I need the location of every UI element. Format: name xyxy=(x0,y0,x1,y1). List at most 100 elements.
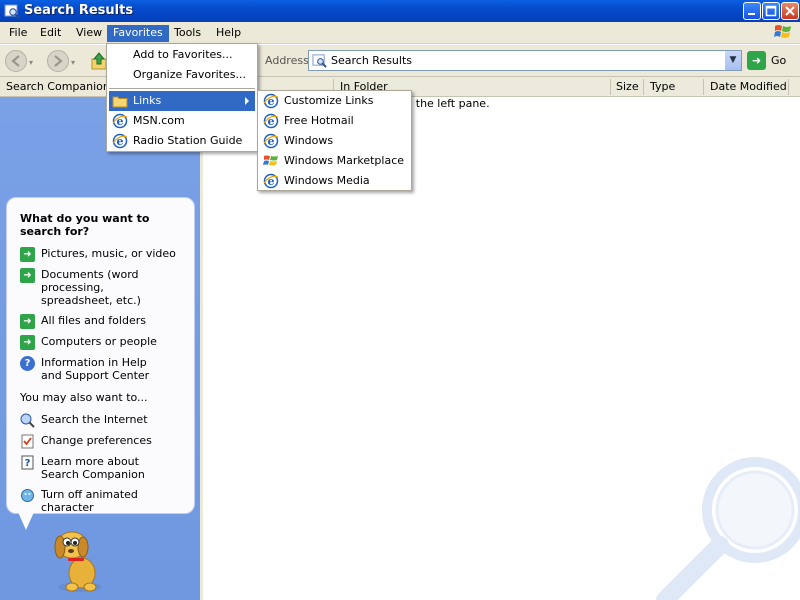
help-icon: ? xyxy=(20,356,35,371)
search-question: What do you want to search for? xyxy=(20,212,150,238)
option-change-preferences[interactable]: Change preferences xyxy=(20,434,190,449)
menu-favorites[interactable]: Favorites xyxy=(107,25,169,42)
column-type[interactable]: Type xyxy=(650,80,675,93)
go-label: Go xyxy=(771,54,787,67)
search-bubble: What do you want to search for? ➜ Pictur… xyxy=(6,197,195,514)
window-title: Search Results xyxy=(24,3,134,18)
close-icon xyxy=(785,6,795,16)
ie-icon: e xyxy=(263,133,279,149)
maximize-icon xyxy=(765,5,777,17)
green-arrow-icon: ➜ xyxy=(20,268,35,283)
green-arrow-icon: ➜ xyxy=(20,314,35,329)
go-arrow-icon: ➜ xyxy=(747,51,766,70)
minimize-icon xyxy=(748,13,755,15)
menu-item-radio-station-guide[interactable]: e Radio Station Guide xyxy=(109,131,255,151)
menu-item-organize-favorites[interactable]: Organize Favorites... xyxy=(109,65,255,85)
menu-tools[interactable]: Tools xyxy=(168,25,207,42)
windows-logo-icon xyxy=(774,25,791,38)
option-turn-off-character[interactable]: Turn off animated character xyxy=(20,488,190,514)
chevron-down-icon: ▼ xyxy=(729,55,737,65)
option-label: Turn off animated character xyxy=(41,488,138,514)
menu-item-links[interactable]: Links xyxy=(109,91,255,111)
title-bar[interactable]: Search Results xyxy=(0,0,800,22)
green-arrow-icon: ➜ xyxy=(20,247,35,262)
menu-item-msn[interactable]: e MSN.com xyxy=(109,111,255,131)
menu-item-free-hotmail[interactable]: e Free Hotmail xyxy=(260,111,409,131)
column-date-modified[interactable]: Date Modified xyxy=(710,80,787,93)
back-arrow-icon xyxy=(11,55,20,67)
menu-item-label: MSN.com xyxy=(133,114,185,127)
minimize-button[interactable] xyxy=(743,2,761,20)
rover-dog-character-icon[interactable] xyxy=(50,525,108,595)
menu-item-label: Radio Station Guide xyxy=(133,134,243,147)
ie-icon: e xyxy=(263,93,279,109)
forward-arrow-icon xyxy=(54,55,63,67)
option-search-internet[interactable]: Search the Internet xyxy=(20,413,190,428)
option-label: Search the Internet xyxy=(41,413,148,426)
internet-search-icon xyxy=(20,413,35,428)
column-separator[interactable] xyxy=(610,79,611,95)
menu-item-label: Organize Favorites... xyxy=(133,68,246,81)
menu-view[interactable]: View xyxy=(70,25,108,42)
menu-item-label: Free Hotmail xyxy=(284,114,354,127)
menu-item-label: Customize Links xyxy=(284,94,374,107)
character-icon xyxy=(21,489,34,502)
menu-item-label: Windows Media xyxy=(284,174,370,187)
links-submenu: e Customize Links e Free Hotmail e Windo… xyxy=(257,90,412,191)
forward-button[interactable] xyxy=(47,50,69,72)
menu-help[interactable]: Help xyxy=(210,25,247,42)
option-help-support[interactable]: ? Information in Help and Support Center xyxy=(20,356,190,384)
menu-item-windows-marketplace[interactable]: Windows Marketplace xyxy=(260,151,409,171)
menu-separator xyxy=(109,88,255,89)
maximize-button[interactable] xyxy=(762,2,780,20)
option-label: Learn more about Search Companion xyxy=(41,455,145,481)
option-pictures-music-video[interactable]: ➜ Pictures, music, or video xyxy=(20,247,190,262)
windows-flag-icon xyxy=(263,155,278,166)
menu-item-label: Add to Favorites... xyxy=(133,48,233,61)
menu-edit[interactable]: Edit xyxy=(34,25,67,42)
magnifier-watermark-icon xyxy=(656,457,800,600)
svg-text:?: ? xyxy=(25,458,31,469)
column-separator[interactable] xyxy=(643,79,644,95)
back-dropdown-icon[interactable]: ▾ xyxy=(29,58,33,67)
submenu-arrow-icon xyxy=(245,97,249,105)
menu-item-add-to-favorites[interactable]: Add to Favorites... xyxy=(109,45,255,65)
menu-item-label: Links xyxy=(133,94,162,107)
search-window-icon xyxy=(4,4,20,19)
folder-icon xyxy=(112,96,128,108)
favorites-menu: Add to Favorites... Organize Favorites..… xyxy=(106,43,258,152)
preferences-icon xyxy=(21,434,34,449)
option-label: Documents (word processing, spreadsheet,… xyxy=(41,268,141,307)
menu-file[interactable]: File xyxy=(3,25,33,42)
address-dropdown-button[interactable]: ▼ xyxy=(724,51,741,70)
back-button[interactable] xyxy=(5,50,27,72)
green-arrow-icon: ➜ xyxy=(20,335,35,350)
address-label: Address xyxy=(265,54,309,67)
address-bar[interactable]: Search Results ▼ xyxy=(308,50,742,71)
option-label: Pictures, music, or video xyxy=(41,247,176,260)
ie-icon: e xyxy=(263,173,279,189)
option-label: All files and folders xyxy=(41,314,146,327)
column-size[interactable]: Size xyxy=(616,80,639,93)
search-results-icon xyxy=(312,54,327,68)
forward-dropdown-icon[interactable]: ▾ xyxy=(71,58,75,67)
help-book-icon: ? xyxy=(21,455,34,470)
address-value: Search Results xyxy=(331,54,413,67)
bubble-tail xyxy=(18,512,34,530)
ie-icon: e xyxy=(112,133,128,149)
menu-item-windows[interactable]: e Windows xyxy=(260,131,409,151)
column-separator[interactable] xyxy=(788,79,789,95)
go-button[interactable]: ➜ Go xyxy=(747,51,797,71)
menu-item-label: Windows Marketplace xyxy=(284,154,405,167)
menu-item-windows-media[interactable]: e Windows Media xyxy=(260,171,409,191)
option-documents[interactable]: ➜ Documents (word processing, spreadshee… xyxy=(20,268,190,308)
option-computers-people[interactable]: ➜ Computers or people xyxy=(20,335,190,350)
ie-icon: e xyxy=(263,113,279,129)
close-button[interactable] xyxy=(781,2,799,20)
menu-item-customize-links[interactable]: e Customize Links xyxy=(260,91,409,111)
menu-item-label: Windows xyxy=(284,134,334,147)
option-learn-more[interactable]: ? Learn more about Search Companion xyxy=(20,455,190,483)
option-all-files-folders[interactable]: ➜ All files and folders xyxy=(20,314,190,329)
ie-icon: e xyxy=(112,113,128,129)
column-separator[interactable] xyxy=(703,79,704,95)
